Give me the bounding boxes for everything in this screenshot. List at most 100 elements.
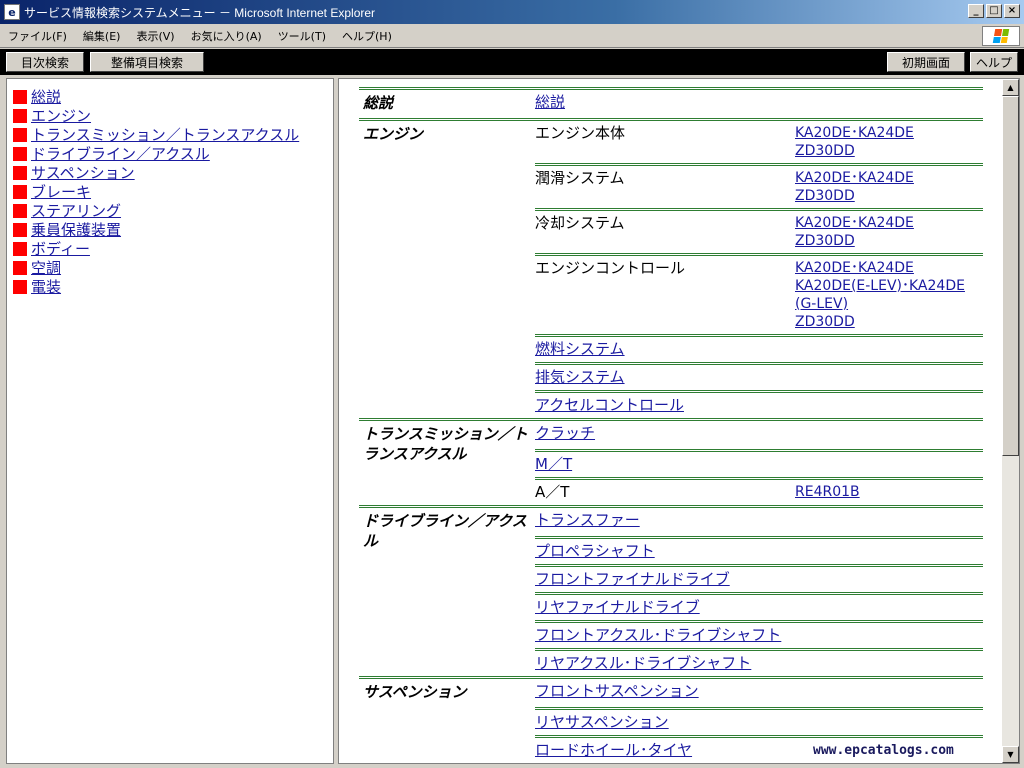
left-item-body[interactable]: ボディー	[7, 239, 333, 258]
category-heading: サスペンション	[363, 683, 467, 701]
model-link[interactable]: KA20DE(E-LEV)･KA24DE	[795, 277, 983, 295]
model-link[interactable]: RE4R01B	[795, 483, 983, 501]
red-square-icon	[13, 279, 27, 294]
left-item-label[interactable]: ブレーキ	[31, 181, 91, 202]
red-square-icon	[13, 165, 27, 180]
subcategory-list: トランスファー プロペラシャフト フロントファイナルドライブ リヤファイナルドライブフ…	[535, 508, 983, 676]
subcategory-link[interactable]: アクセルコントロール	[535, 396, 795, 415]
model-list: KA20DE･KA24DE KA20DE(E-LEV)･KA24DE (G-LEV)…	[795, 259, 983, 331]
subcategory-link[interactable]: 排気システム	[535, 368, 795, 387]
table-row: リヤファイナルドライブ	[535, 592, 983, 620]
model-link[interactable]: KA20DE･KA24DE	[795, 124, 983, 142]
scroll-down-button[interactable]: ▼	[1002, 746, 1019, 763]
home-screen-button[interactable]: 初期画面	[887, 52, 965, 72]
scroll-thumb[interactable]	[1002, 96, 1019, 456]
left-item-suspension[interactable]: サスペンション	[7, 163, 333, 182]
left-item-label[interactable]: 総説	[31, 86, 61, 107]
model-link[interactable]: KA20DE･KA24DE	[795, 259, 983, 277]
menu-file[interactable]: ファイル(F)	[0, 28, 75, 44]
menu-edit[interactable]: 編集(E)	[75, 28, 129, 44]
left-item-brake[interactable]: ブレーキ	[7, 182, 333, 201]
category-group: ドライブライン／アクスル トランスファー プロペラシャフト フロントファイナルドライブ…	[359, 505, 983, 676]
left-item-label[interactable]: 空調	[31, 257, 61, 278]
left-item-overview[interactable]: 総説	[7, 87, 333, 106]
left-item-label[interactable]: ボディー	[31, 238, 90, 259]
table-row: 冷却システム KA20DE･KA24DE ZD30DD	[535, 208, 983, 253]
subcategory-link[interactable]: トランスファー	[535, 511, 795, 533]
subcategory-link[interactable]: フロントサスペンション	[535, 682, 795, 704]
minimize-button[interactable]: _	[968, 4, 984, 18]
model-list: RE4R01B	[795, 483, 983, 502]
subcategory-link[interactable]: フロントアクスル･ドライブシャフト	[535, 626, 795, 645]
vertical-scrollbar[interactable]: ▲ ▼	[1002, 79, 1019, 763]
model-list	[795, 654, 983, 673]
left-item-driveline[interactable]: ドライブライン／アクスル	[7, 144, 333, 163]
ie-app-icon[interactable]: e	[4, 4, 20, 20]
model-link[interactable]: KA20DE･KA24DE	[795, 214, 983, 232]
left-item-occupant-protection[interactable]: 乗員保護装置	[7, 220, 333, 239]
subcategory-link[interactable]: リヤアクスル･ドライブシャフト	[535, 654, 795, 673]
menu-favorites[interactable]: お気に入り(A)	[183, 28, 270, 44]
model-list	[795, 368, 983, 387]
left-item-electrical[interactable]: 電装	[7, 277, 333, 296]
table-row: プロペラシャフト	[535, 536, 983, 564]
model-list: KA20DE･KA24DE ZD30DD	[795, 169, 983, 205]
red-square-icon	[13, 241, 27, 256]
table-row: 潤滑システム KA20DE･KA24DE ZD30DD	[535, 163, 983, 208]
category-heading: ドライブライン／アクスル	[363, 512, 527, 550]
content-frame: 総説 総説 エンジン エンジン本体 KA20DE･KA24DE ZD30DD 潤滑システム K…	[338, 78, 1020, 764]
toc-search-button[interactable]: 目次検索	[6, 52, 84, 72]
subcategory-link[interactable]: リヤファイナルドライブ	[535, 598, 795, 617]
close-button[interactable]: ×	[1004, 4, 1020, 18]
red-square-icon	[13, 184, 27, 199]
category-table: 総説 総説 エンジン エンジン本体 KA20DE･KA24DE ZD30DD 潤滑システム K…	[359, 87, 983, 763]
left-item-engine[interactable]: エンジン	[7, 106, 333, 125]
left-item-label[interactable]: ドライブライン／アクスル	[31, 143, 210, 164]
model-link[interactable]: ZD30DD	[795, 232, 983, 250]
left-item-label[interactable]: 電装	[31, 276, 61, 297]
menu-tools[interactable]: ツール(T)	[270, 28, 334, 44]
maximize-button[interactable]: □	[986, 4, 1002, 18]
table-row: エンジンコントロール KA20DE･KA24DE KA20DE(E-LEV)･KA2…	[535, 253, 983, 334]
subcategory-link[interactable]: M／T	[535, 455, 795, 474]
left-item-transmission[interactable]: トランスミッション／トランスアクスル	[7, 125, 333, 144]
red-square-icon	[13, 222, 27, 237]
scroll-up-button[interactable]: ▲	[1002, 79, 1019, 96]
table-row: フロントアクスル･ドライブシャフト	[535, 620, 983, 648]
model-list	[795, 396, 983, 415]
subcategory-list: エンジン本体 KA20DE･KA24DE ZD30DD 潤滑システム KA20DE･KA…	[535, 121, 983, 418]
menu-help[interactable]: ヘルプ(H)	[334, 28, 400, 44]
model-link[interactable]: ZD30DD	[795, 313, 983, 331]
subcategory-link[interactable]: 燃料システム	[535, 340, 795, 359]
help-button[interactable]: ヘルプ	[970, 52, 1018, 72]
window-title: サービス情報検索システムメニュー － Microsoft Internet Ex…	[24, 5, 376, 20]
menu-view[interactable]: 表示(V)	[128, 28, 182, 44]
subcategory-link[interactable]: プロペラシャフト	[535, 542, 795, 561]
left-item-label[interactable]: トランスミッション／トランスアクスル	[31, 124, 299, 145]
red-square-icon	[13, 260, 27, 275]
left-item-air-conditioning[interactable]: 空調	[7, 258, 333, 277]
window-controls: _ □ ×	[968, 4, 1020, 18]
model-link[interactable]: KA20DE･KA24DE	[795, 169, 983, 187]
subcategory-label: エンジン本体	[535, 124, 626, 142]
model-link[interactable]: (G-LEV)	[795, 295, 983, 313]
left-item-label[interactable]: エンジン	[31, 105, 91, 126]
subcategory-link[interactable]: クラッチ	[535, 424, 795, 446]
menu-bar: ファイル(F) 編集(E) 表示(V) お気に入り(A) ツール(T) ヘルプ(…	[0, 24, 1024, 48]
subcategory-list: クラッチ M／T A／T RE4R01B	[535, 421, 983, 505]
table-row: 総説	[535, 90, 983, 118]
subcategory-link[interactable]: リヤサスペンション	[535, 713, 795, 732]
subcategory-link[interactable]: 総説	[535, 93, 795, 115]
left-item-label[interactable]: ステアリング	[31, 200, 121, 221]
model-list	[795, 340, 983, 359]
left-item-label[interactable]: サスペンション	[31, 162, 135, 183]
red-square-icon	[13, 89, 27, 104]
model-link[interactable]: ZD30DD	[795, 142, 983, 160]
maintenance-item-search-button[interactable]: 整備項目検索	[90, 52, 204, 72]
left-item-steering[interactable]: ステアリング	[7, 201, 333, 220]
model-link[interactable]: ZD30DD	[795, 187, 983, 205]
left-item-label[interactable]: 乗員保護装置	[31, 219, 121, 240]
subcategory-link[interactable]: フロントファイナルドライブ	[535, 570, 795, 589]
model-list	[795, 511, 983, 533]
subcategory-link[interactable]: ロードホイール･タイヤ	[535, 741, 795, 760]
